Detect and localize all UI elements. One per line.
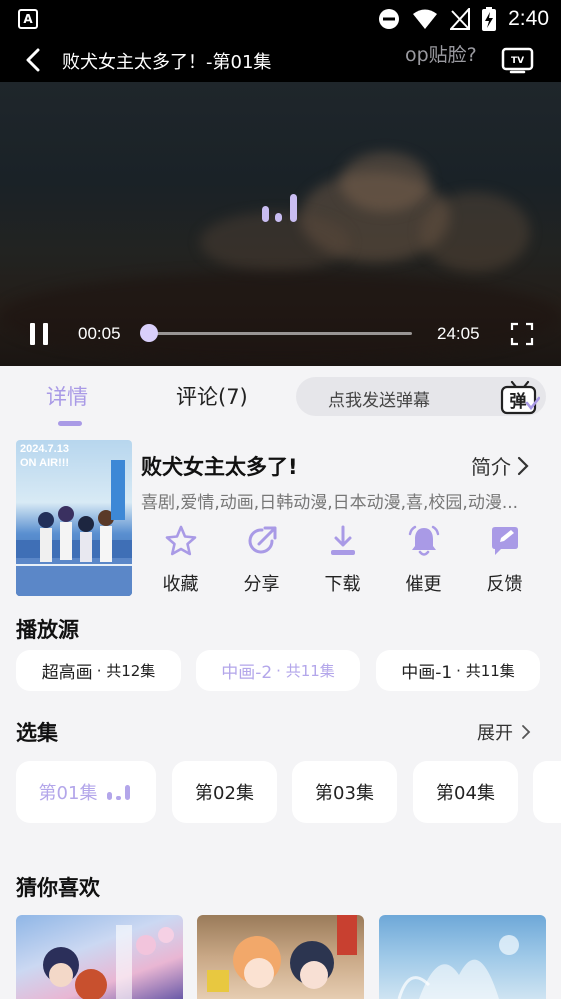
tab-comments[interactable]: 评论(7) xyxy=(176,381,248,411)
fullscreen-icon[interactable] xyxy=(510,322,534,346)
source-name: 中画-2 xyxy=(221,663,273,683)
anime-title: 败犬女主太多了! xyxy=(141,455,298,479)
no-signal-icon xyxy=(450,8,471,30)
seek-bar[interactable] xyxy=(149,332,412,335)
danmaku-placeholder: 点我发送弹幕 xyxy=(328,391,430,411)
wifi-icon xyxy=(413,9,438,29)
source-count: · 共11集 xyxy=(276,662,335,680)
episode-item[interactable]: 第04集 xyxy=(413,761,518,823)
episode-label: 第02集 xyxy=(195,783,254,804)
recommendation-thumbnail xyxy=(207,915,357,992)
poster-artwork xyxy=(16,460,132,596)
tab-indicator xyxy=(58,421,82,426)
recommendation-list xyxy=(0,915,561,999)
chevron-right-icon xyxy=(522,725,531,739)
pause-icon[interactable] xyxy=(27,322,51,346)
anime-poster[interactable]: 2024.7.13 ON AIR!!! xyxy=(16,440,132,596)
expand-episodes-button[interactable]: 展开 xyxy=(477,719,531,745)
tab-detail[interactable]: 详情 xyxy=(46,381,88,411)
bell-icon xyxy=(408,525,440,556)
recommendation-card[interactable] xyxy=(379,915,546,999)
download-button[interactable]: 下载 xyxy=(302,522,383,596)
episode-label: 第04集 xyxy=(436,783,495,804)
share-button[interactable]: 分享 xyxy=(221,522,302,596)
episode-item[interactable]: 第03集 xyxy=(292,761,397,823)
detail-tabs: 详情 评论(7) 点我发送弹幕 xyxy=(0,366,561,430)
status-bar: A 2:40 xyxy=(0,0,561,38)
action-bar: 收藏 分享 下载 催更 反馈 xyxy=(140,522,545,596)
intro-label: 简介 xyxy=(471,455,511,479)
back-arrow-icon[interactable] xyxy=(22,48,46,72)
cast-tv-icon[interactable]: TV xyxy=(501,46,534,74)
svg-text:TV: TV xyxy=(511,56,524,66)
recommendation-thumbnail xyxy=(397,935,519,999)
episode-item-partial[interactable] xyxy=(533,761,561,823)
episode-list: 第01集 第02集 第03集 第04集 xyxy=(0,760,561,824)
favorite-button[interactable]: 收藏 xyxy=(140,522,221,596)
chevron-right-icon xyxy=(517,456,529,475)
urge-update-label: 催更 xyxy=(405,574,442,595)
episode-label: 第01集 xyxy=(38,783,98,804)
source-chip-selected[interactable]: 中画-2 · 共11集 xyxy=(196,650,360,691)
episode-section-title: 选集 xyxy=(16,721,58,745)
source-count: · 共11集 xyxy=(456,662,515,680)
source-chip[interactable]: 中画-1 · 共11集 xyxy=(376,650,540,691)
star-icon xyxy=(165,525,197,556)
clock: 2:40 xyxy=(508,7,549,30)
source-name: 中画-1 xyxy=(401,663,453,683)
source-name: 超高画 xyxy=(41,663,93,683)
do-not-disturb-icon xyxy=(379,9,400,29)
feedback-icon xyxy=(492,527,518,555)
danmaku-icon-glyph: 弹 xyxy=(510,391,527,412)
episode-item-selected[interactable]: 第01集 xyxy=(16,761,156,823)
source-chip[interactable]: 超高画 · 共12集 xyxy=(16,650,181,691)
total-time: 24:05 xyxy=(437,324,480,343)
download-label: 下载 xyxy=(324,574,361,595)
recommendation-card[interactable] xyxy=(197,915,364,999)
source-section-title: 播放源 xyxy=(16,618,79,642)
recommend-section-title: 猜你喜欢 xyxy=(16,876,100,900)
danmaku-send-icon[interactable]: 弹 xyxy=(500,380,540,416)
genre-tags: 喜剧,爱情,动画,日韩动漫,日本动漫,喜,校园,动漫... xyxy=(141,493,519,513)
current-time: 00:05 xyxy=(78,324,121,343)
danmaku-overlay-text: op贴脸? xyxy=(405,44,477,66)
video-player[interactable]: A 2:40 败犬女主太多了！-第01集 op贴脸? TV 00:05 24:0… xyxy=(0,0,561,366)
share-label: 分享 xyxy=(243,574,280,595)
video-title: 败犬女主太多了！-第01集 xyxy=(62,52,272,73)
app-notification-icon: A xyxy=(18,9,38,29)
expand-label: 展开 xyxy=(477,723,513,744)
share-icon xyxy=(248,526,277,554)
favorite-label: 收藏 xyxy=(162,574,199,595)
loading-indicator-icon xyxy=(262,194,297,222)
download-icon xyxy=(331,525,355,555)
episode-item[interactable]: 第02集 xyxy=(172,761,277,823)
intro-link[interactable]: 简介 xyxy=(471,451,529,480)
feedback-label: 反馈 xyxy=(486,574,523,595)
source-count: · 共12集 xyxy=(96,662,156,680)
seek-thumb[interactable] xyxy=(140,324,158,342)
battery-charging-icon xyxy=(482,7,497,31)
playing-indicator-icon xyxy=(107,785,131,800)
feedback-button[interactable]: 反馈 xyxy=(464,522,545,596)
recommendation-thumbnail xyxy=(43,925,174,999)
urge-update-button[interactable]: 催更 xyxy=(383,522,464,596)
episode-label: 第03集 xyxy=(315,783,374,804)
recommendation-card[interactable] xyxy=(16,915,183,999)
